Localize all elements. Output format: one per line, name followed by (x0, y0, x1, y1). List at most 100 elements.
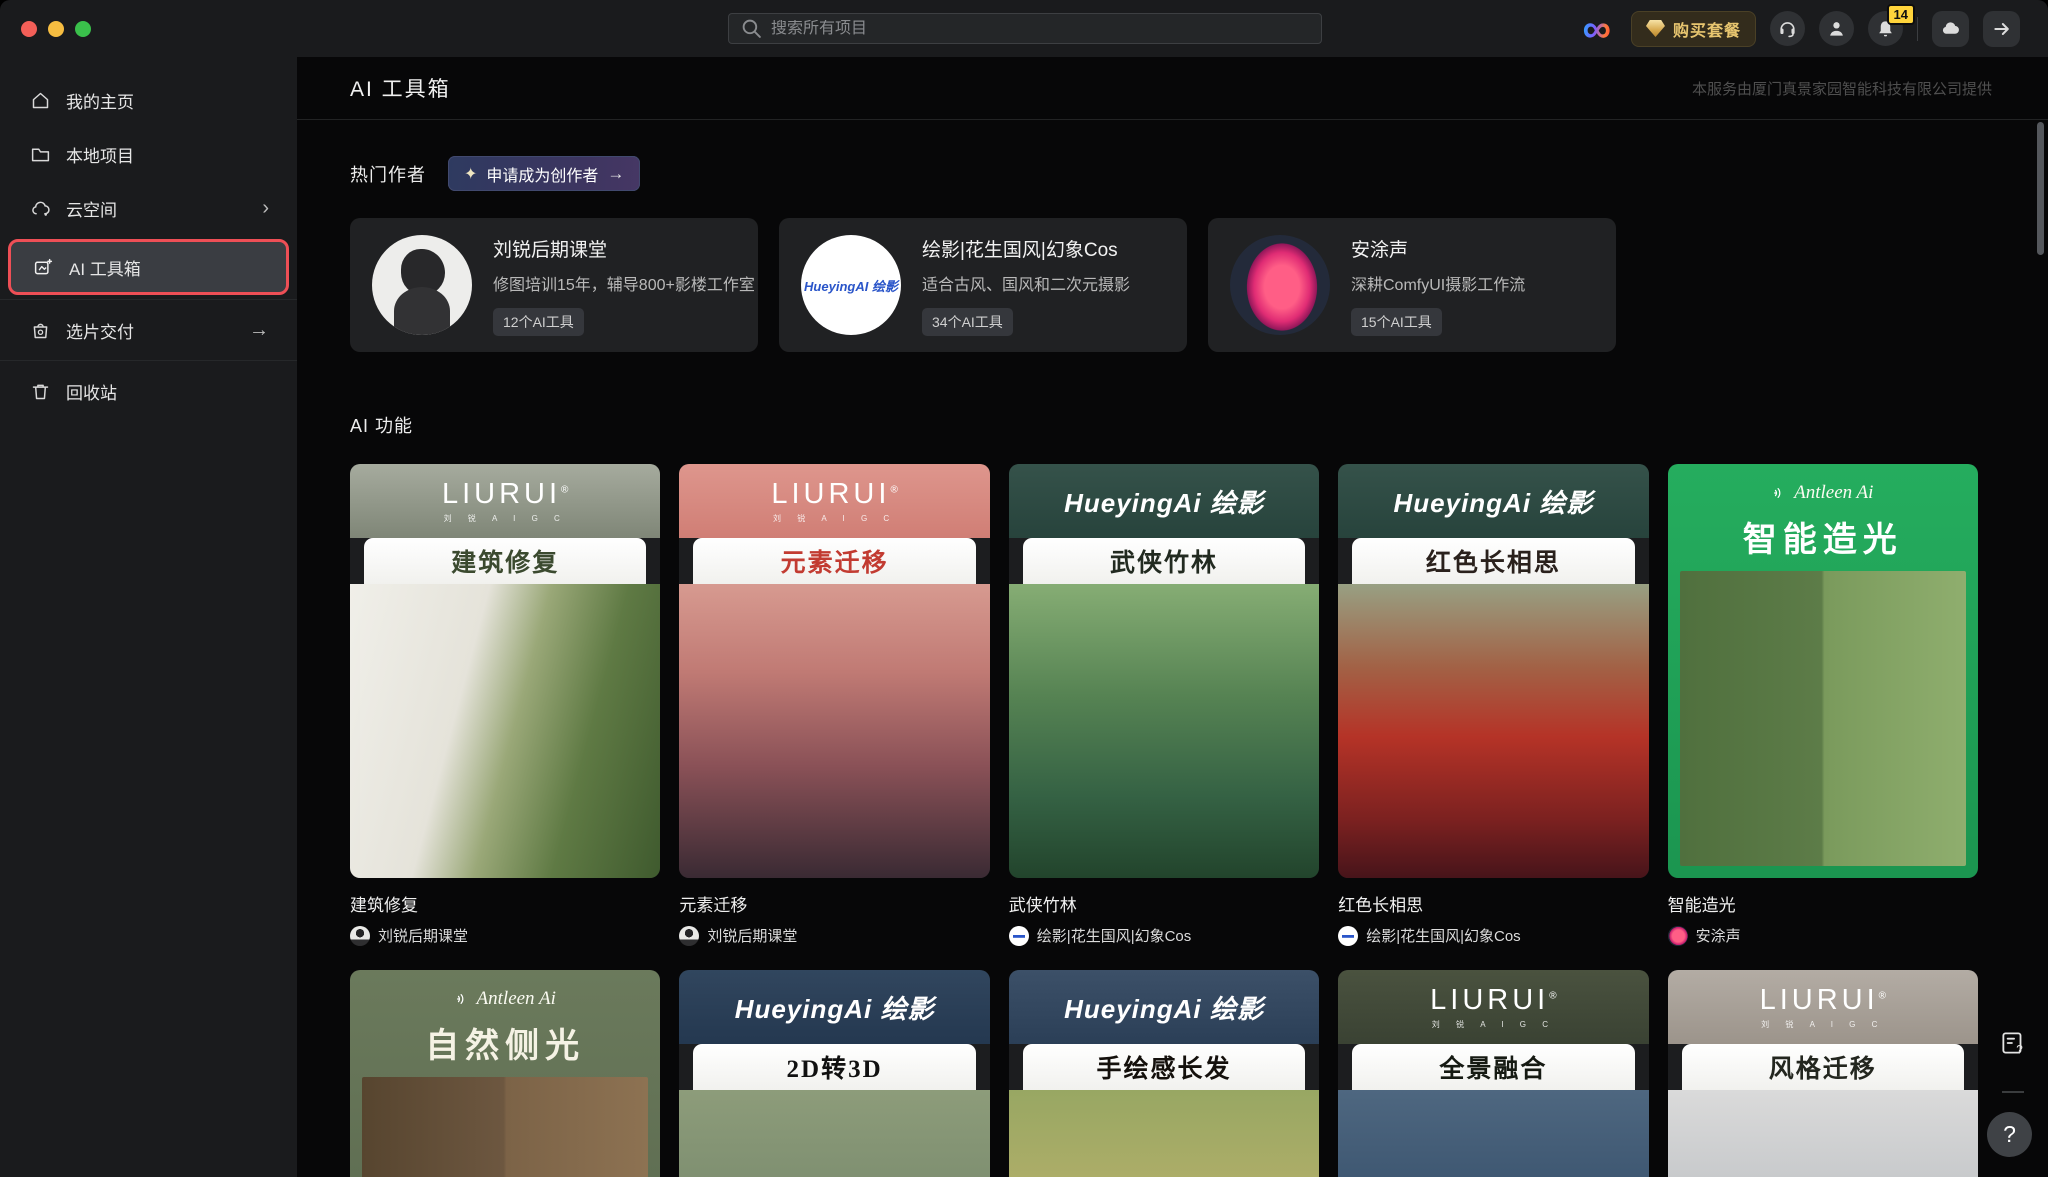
feature-banner: 武侠竹林 (1023, 538, 1305, 584)
feature-title: 元素迁移 (679, 891, 989, 916)
feature-card-ziranceguang: Antleen Ai 自然侧光 (350, 970, 660, 1177)
search-icon (741, 18, 762, 39)
feature-author[interactable]: 刘锐后期课堂 (679, 925, 989, 946)
sidebar-item-label: 本地项目 (66, 142, 134, 167)
feature-title: 建筑修复 (350, 891, 660, 916)
titlebar: ∞ 购买套餐 14 (0, 0, 2048, 57)
sidebar-item-ai-toolbox[interactable]: AI 工具箱 (8, 239, 289, 295)
minimize-window-button[interactable] (48, 21, 64, 37)
close-window-button[interactable] (21, 21, 37, 37)
feature-card-2d-to-3d: HueyingAi 绘影 2D转3D (679, 970, 989, 1177)
feature-thumbnail[interactable]: LIURUI® 刘 锐 A I G C 全景融合 (1338, 970, 1648, 1177)
feature-title: 智能造光 (1668, 891, 1978, 916)
sidebar-item-local-projects[interactable]: 本地项目 (0, 127, 297, 181)
soundwave-icon (1772, 486, 1786, 500)
avatar-antusheng-bust (1230, 235, 1330, 335)
avatar-logo-text: HueyingAI 绘影 (804, 276, 898, 295)
apply-creator-button[interactable]: ✦ 申请成为创作者 → (448, 156, 640, 191)
notification-badge: 14 (1887, 4, 1915, 25)
feature-card-quanjingronghe: LIURUI® 刘 锐 A I G C 全景融合 (1338, 970, 1648, 1177)
cloud-upload-button[interactable] (1932, 11, 1969, 47)
antleen-logo: Antleen Ai (350, 970, 660, 1010)
sidebar-item-home[interactable]: 我的主页 (0, 73, 297, 127)
feature-thumbnail[interactable]: HueyingAi 绘影 手绘感长发 (1009, 970, 1319, 1177)
help-button[interactable]: ? (1987, 1112, 2032, 1157)
feature-thumbnail[interactable]: LIURUI® 刘 锐 A I G C 元素迁移 (679, 464, 989, 878)
feature-author[interactable]: 安涂声 (1668, 925, 1978, 946)
author-desc: 修图培训15年，辅导800+影楼工作室 (493, 271, 755, 295)
cloud-icon (30, 198, 51, 219)
support-button[interactable] (1770, 11, 1805, 46)
bag-icon (30, 320, 51, 341)
author-avatar (350, 926, 370, 946)
sidebar-item-photo-delivery[interactable]: 选片交付 → (0, 303, 297, 357)
feature-banner: 手绘感长发 (1023, 1044, 1305, 1090)
feedback-button[interactable]: ? (1995, 1025, 2031, 1061)
exit-button[interactable] (1983, 11, 2020, 47)
author-name: 安涂声 (1351, 235, 1525, 262)
author-desc: 深耕ComfyUI摄影工作流 (1351, 271, 1525, 295)
feature-image (1009, 1090, 1319, 1177)
feature-image (1668, 1090, 1978, 1177)
search-input[interactable] (771, 20, 1309, 38)
sidebar-item-cloud-space[interactable]: 云空间 › (0, 181, 297, 235)
avatar-hueying-logo: HueyingAI 绘影 (801, 235, 901, 335)
vertical-scrollbar[interactable] (2037, 122, 2044, 255)
feature-header: LIURUI® 刘 锐 A I G C (679, 464, 989, 538)
author-card-liurui[interactable]: 刘锐后期课堂 修图培训15年，辅导800+影楼工作室 12个AI工具 (350, 218, 758, 352)
buy-plan-button[interactable]: 购买套餐 (1631, 11, 1756, 47)
author-avatar (1338, 926, 1358, 946)
feature-thumbnail[interactable]: Antleen Ai 自然侧光 (350, 970, 660, 1177)
feature-header: HueyingAi 绘影 (1009, 464, 1319, 538)
page-title: AI 工具箱 (350, 73, 451, 103)
feature-author[interactable]: 刘锐后期课堂 (350, 925, 660, 946)
feature-banner: 自然侧光 (350, 1018, 660, 1067)
feature-thumbnail[interactable]: LIURUI® 刘 锐 A I G C 建筑修复 (350, 464, 660, 878)
feature-thumbnail[interactable]: HueyingAi 绘影 武侠竹林 (1009, 464, 1319, 878)
chevron-right-icon: › (262, 198, 269, 218)
feature-thumbnail[interactable]: HueyingAi 绘影 2D转3D (679, 970, 989, 1177)
feature-card-hongsechangxiangsi: HueyingAi 绘影 红色长相思 红色长相思 绘影|花生国风|幻象Cos (1338, 464, 1648, 946)
liurui-logo: LIURUI® 刘 锐 A I G C (1760, 984, 1886, 1030)
author-card-hueying[interactable]: HueyingAI 绘影 绘影|花生国风|幻象Cos 适合古风、国风和二次元摄影… (779, 218, 1187, 352)
feature-header: LIURUI® 刘 锐 A I G C (350, 464, 660, 538)
feature-card-jianzhuxiufu: LIURUI® 刘 锐 A I G C 建筑修复 建筑修复 刘锐后期课堂 (350, 464, 660, 946)
home-icon (30, 90, 51, 111)
account-button[interactable] (1819, 11, 1854, 46)
zoom-window-button[interactable] (75, 21, 91, 37)
feature-banner: 全景融合 (1352, 1044, 1634, 1090)
feature-thumbnail[interactable]: LIURUI® 刘 锐 A I G C 风格迁移 (1668, 970, 1978, 1177)
feature-header: HueyingAi 绘影 (1009, 970, 1319, 1044)
sidebar-divider (0, 299, 297, 300)
help-label: ? (2003, 1121, 2016, 1148)
feature-image (1009, 584, 1319, 878)
feature-header: HueyingAi 绘影 (1338, 464, 1648, 538)
feature-author[interactable]: 绘影|花生国风|幻象Cos (1338, 925, 1648, 946)
author-name: 刘锐后期课堂 (493, 235, 755, 262)
app-window: ∞ 购买套餐 14 (0, 0, 2048, 1177)
global-search[interactable] (728, 13, 1322, 44)
brand-infinity-logo[interactable]: ∞ (1582, 9, 1611, 49)
feature-banner: 风格迁移 (1682, 1044, 1964, 1090)
feature-author[interactable]: 绘影|花生国风|幻象Cos (1009, 925, 1319, 946)
person-icon (1827, 19, 1846, 38)
author-card-antusheng[interactable]: 安涂声 深耕ComfyUI摄影工作流 15个AI工具 (1208, 218, 1616, 352)
folder-icon (30, 144, 51, 165)
feature-thumbnail[interactable]: Antleen Ai 智能造光 (1668, 464, 1978, 878)
author-avatar (1668, 926, 1688, 946)
buy-plan-label: 购买套餐 (1673, 17, 1741, 41)
sidebar-item-recycle-bin[interactable]: 回收站 (0, 364, 297, 418)
feature-title: 武侠竹林 (1009, 891, 1319, 916)
feature-image (362, 1077, 648, 1177)
feature-thumbnail[interactable]: HueyingAi 绘影 红色长相思 (1338, 464, 1648, 878)
tools-count-badge: 34个AI工具 (922, 308, 1013, 336)
trash-icon (30, 381, 51, 402)
provider-note: 本服务由厦门真景家园智能科技有限公司提供 (1692, 78, 1992, 99)
feature-image (679, 1090, 989, 1177)
feature-banner: 建筑修复 (364, 538, 646, 584)
notifications-button[interactable]: 14 (1868, 11, 1903, 46)
feature-banner: 2D转3D (693, 1044, 975, 1090)
feature-header: HueyingAi 绘影 (679, 970, 989, 1044)
author-name: 绘影|花生国风|幻象Cos (1366, 925, 1520, 946)
feature-title: 红色长相思 (1338, 891, 1648, 916)
